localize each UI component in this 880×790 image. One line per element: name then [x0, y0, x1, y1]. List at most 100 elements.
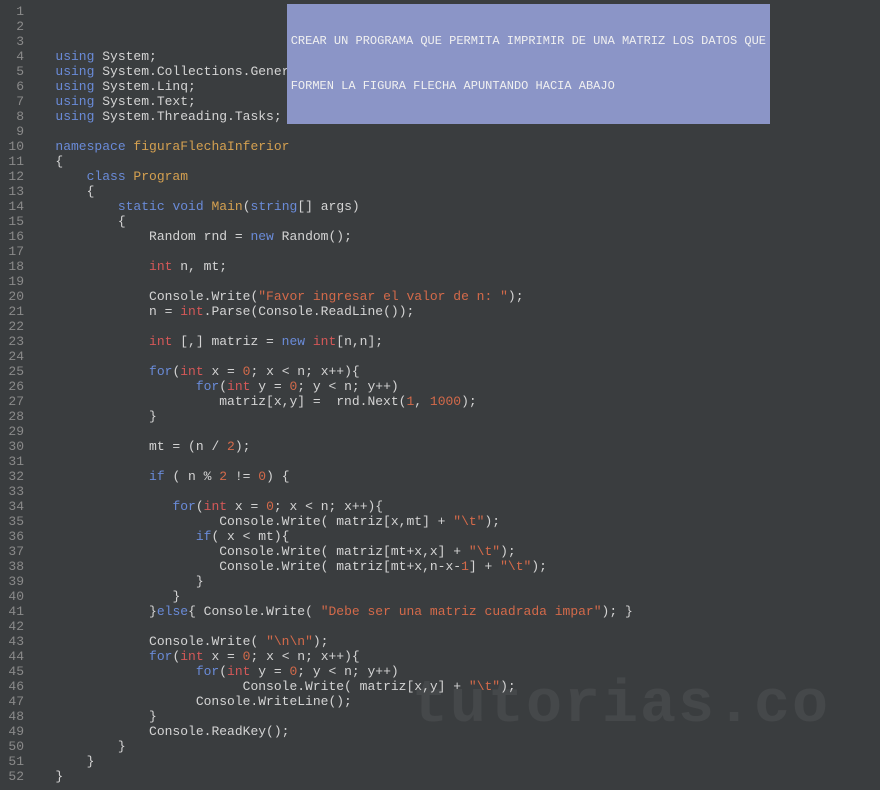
code-line: int [,] matriz = new int[n,n];	[32, 334, 880, 349]
code-line: class Program	[32, 169, 880, 184]
line-number: 4	[4, 49, 24, 64]
line-number: 45	[4, 664, 24, 679]
code-line: Console.Write( matriz[mt+x,x] + "\t");	[32, 544, 880, 559]
code-line: matriz[x,y] = rnd.Next(1, 1000);	[32, 394, 880, 409]
line-number: 1	[4, 4, 24, 19]
line-number: 2	[4, 19, 24, 34]
code-line: for(int y = 0; y < n; y++)	[32, 379, 880, 394]
code-line: Console.Write("Favor ingresar el valor d…	[32, 289, 880, 304]
line-number: 34	[4, 499, 24, 514]
line-number: 13	[4, 184, 24, 199]
code-line: n = int.Parse(Console.ReadLine());	[32, 304, 880, 319]
code-line: static void Main(string[] args)	[32, 199, 880, 214]
code-line	[32, 484, 880, 499]
code-line: }else{ Console.Write( "Debe ser una matr…	[32, 604, 880, 619]
code-line: }	[32, 409, 880, 424]
line-number-gutter: 1 2 3 4 5 6 7 8 9 10 11 12 13 14 15 16 1…	[0, 0, 32, 790]
line-number: 26	[4, 379, 24, 394]
line-number: 15	[4, 214, 24, 229]
code-line: for(int x = 0; x < n; x++){	[32, 499, 880, 514]
code-editor: 1 2 3 4 5 6 7 8 9 10 11 12 13 14 15 16 1…	[0, 0, 880, 790]
code-line: if( x < mt){	[32, 529, 880, 544]
line-number: 52	[4, 769, 24, 784]
line-number: 18	[4, 259, 24, 274]
line-number: 11	[4, 154, 24, 169]
line-number: 7	[4, 94, 24, 109]
line-number: 17	[4, 244, 24, 259]
line-number: 12	[4, 169, 24, 184]
code-line	[32, 274, 880, 289]
code-line: }	[32, 769, 880, 784]
line-number: 33	[4, 484, 24, 499]
comment-line: FORMEN LA FIGURA FLECHA APUNTANDO HACIA …	[291, 79, 766, 94]
code-line: Console.Write( matriz[mt+x,n-x-1] + "\t"…	[32, 559, 880, 574]
code-line	[32, 319, 880, 334]
code-line: {	[32, 154, 880, 169]
code-line	[32, 454, 880, 469]
line-number: 21	[4, 304, 24, 319]
line-number: 20	[4, 289, 24, 304]
line-number: 22	[4, 319, 24, 334]
code-line: namespace figuraFlechaInferior	[32, 139, 880, 154]
line-number: 32	[4, 469, 24, 484]
code-line: }	[32, 574, 880, 589]
comment-selection: CREAR UN PROGRAMA QUE PERMITA IMPRIMIR D…	[287, 4, 770, 124]
code-line: Random rnd = new Random();	[32, 229, 880, 244]
line-number: 37	[4, 544, 24, 559]
line-number: 31	[4, 454, 24, 469]
code-line	[32, 349, 880, 364]
line-number: 29	[4, 424, 24, 439]
line-number: 39	[4, 574, 24, 589]
code-line: }	[32, 754, 880, 769]
code-line: for(int x = 0; x < n; x++){	[32, 364, 880, 379]
code-line: {	[32, 184, 880, 199]
code-line: {	[32, 214, 880, 229]
code-line: Console.WriteLine();	[32, 694, 880, 709]
line-number: 42	[4, 619, 24, 634]
line-number: 9	[4, 124, 24, 139]
line-number: 40	[4, 589, 24, 604]
line-number: 19	[4, 274, 24, 289]
line-number: 44	[4, 649, 24, 664]
code-line	[32, 124, 880, 139]
code-line: Console.Write( matriz[x,mt] + "\t");	[32, 514, 880, 529]
code-line: Console.Write( "\n\n");	[32, 634, 880, 649]
code-line: }	[32, 709, 880, 724]
code-line	[32, 619, 880, 634]
line-number: 14	[4, 199, 24, 214]
line-number: 36	[4, 529, 24, 544]
code-line: Console.ReadKey();	[32, 724, 880, 739]
code-line	[32, 244, 880, 259]
line-number: 47	[4, 694, 24, 709]
code-line: }	[32, 589, 880, 604]
code-line: for(int y = 0; y < n; y++)	[32, 664, 880, 679]
line-number: 3	[4, 34, 24, 49]
line-number: 24	[4, 349, 24, 364]
line-number: 16	[4, 229, 24, 244]
line-number: 38	[4, 559, 24, 574]
code-line: }	[32, 739, 880, 754]
code-area[interactable]: CREAR UN PROGRAMA QUE PERMITA IMPRIMIR D…	[32, 0, 880, 790]
comment-line: CREAR UN PROGRAMA QUE PERMITA IMPRIMIR D…	[291, 34, 766, 49]
line-number: 35	[4, 514, 24, 529]
line-number: 48	[4, 709, 24, 724]
line-number: 28	[4, 409, 24, 424]
code-line	[32, 424, 880, 439]
line-number: 5	[4, 64, 24, 79]
line-number: 6	[4, 79, 24, 94]
line-number: 27	[4, 394, 24, 409]
line-number: 43	[4, 634, 24, 649]
line-number: 30	[4, 439, 24, 454]
code-line: Console.Write( matriz[x,y] + "\t");	[32, 679, 880, 694]
code-line: if ( n % 2 != 0) {	[32, 469, 880, 484]
line-number: 41	[4, 604, 24, 619]
line-number: 25	[4, 364, 24, 379]
code-line: for(int x = 0; x < n; x++){	[32, 649, 880, 664]
line-number: 51	[4, 754, 24, 769]
line-number: 10	[4, 139, 24, 154]
line-number: 46	[4, 679, 24, 694]
line-number: 8	[4, 109, 24, 124]
code-line: mt = (n / 2);	[32, 439, 880, 454]
line-number: 49	[4, 724, 24, 739]
line-number: 23	[4, 334, 24, 349]
